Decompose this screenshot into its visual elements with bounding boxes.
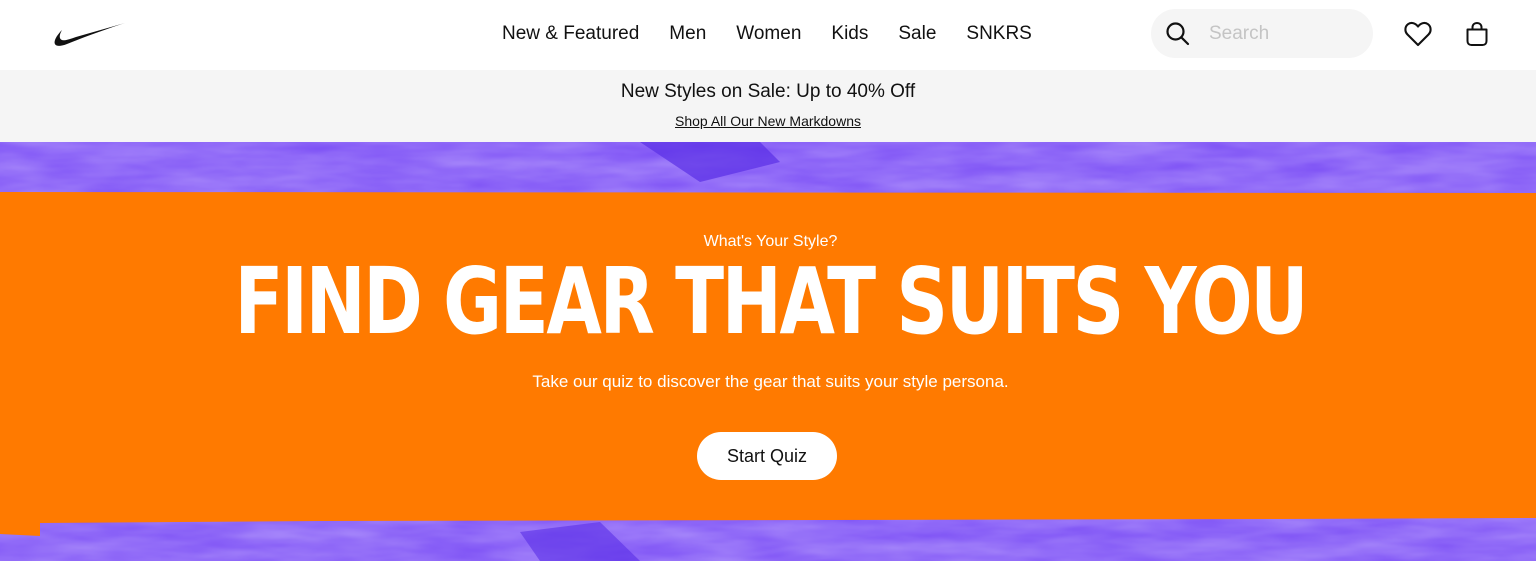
promo-headline: New Styles on Sale: Up to 40% Off <box>620 81 916 102</box>
start-quiz-button[interactable]: Start Quiz <box>697 432 837 480</box>
hero-headline: FIND GEAR THAT SUITS YOU <box>234 248 1309 355</box>
nike-logo-icon[interactable] <box>52 20 128 48</box>
heart-icon <box>1404 21 1432 47</box>
nav-kids[interactable]: Kids <box>816 23 883 45</box>
bag-icon <box>1466 21 1488 46</box>
promo-link-wrapper: Shop All Our New Markdowns <box>0 112 1536 130</box>
nav-men[interactable]: Men <box>654 23 721 45</box>
bag-button[interactable] <box>1461 18 1493 50</box>
promo-link[interactable]: Shop All Our New Markdowns <box>675 113 861 129</box>
search-icon[interactable] <box>1164 20 1191 47</box>
favorites-button[interactable] <box>1402 18 1434 50</box>
nav-snkrs[interactable]: SNKRS <box>951 23 1046 45</box>
hero-subtitle: Take our quiz to discover the gear that … <box>532 372 1009 391</box>
search-bar[interactable] <box>1151 9 1373 58</box>
nav-new-featured[interactable]: New & Featured <box>487 23 654 45</box>
site-header: New & Featured Men Women Kids Sale SNKRS <box>0 0 1536 70</box>
nav-sale[interactable]: Sale <box>883 23 951 45</box>
nav-women[interactable]: Women <box>721 23 816 45</box>
main-nav: New & Featured Men Women Kids Sale SNKRS <box>487 0 1047 68</box>
search-input[interactable] <box>1209 9 1359 58</box>
